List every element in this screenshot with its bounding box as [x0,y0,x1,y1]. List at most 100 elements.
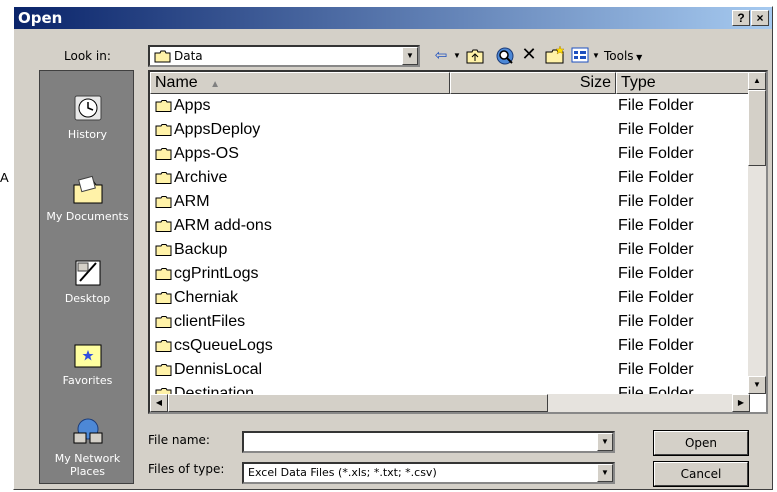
place-label: History [67,128,108,141]
file-row[interactable]: Backup File Folder [150,238,750,262]
file-row[interactable]: Archive File Folder [150,166,750,190]
file-row[interactable]: ARM File Folder [150,190,750,214]
file-list[interactable]: Name ▲ Size Type Apps File Folder AppsDepl… [148,70,768,414]
file-type-value: Excel Data Files (*.xls; *.txt; *.csv) [248,466,437,479]
history-icon [74,95,101,121]
place-label: My Network [54,452,121,465]
help-button[interactable]: ? [732,10,750,26]
dialog-title: Open [18,9,63,27]
file-type-cell: File Folder [618,241,694,258]
look-in-value: Data [174,49,203,63]
column-header-type[interactable]: Type [616,72,752,94]
scroll-right-button[interactable]: ▶ [732,394,750,412]
file-row[interactable]: DennisLocal File Folder [150,358,750,382]
horizontal-scroll-thumb[interactable] [168,394,548,412]
file-name-cell: Apps-OS [174,145,239,162]
stray-character: A [0,170,9,185]
back-icon[interactable]: ⇦ [430,47,452,65]
folder-icon [155,244,172,256]
back-dropdown-icon[interactable]: ▼ [453,47,461,65]
search-web-icon[interactable] [495,46,515,66]
open-button[interactable]: Open [653,430,749,456]
views-icon[interactable] [571,47,589,63]
column-size-label: Size [579,74,611,91]
file-name-cell: csQueueLogs [174,337,273,354]
places-bar: History My Documents Desktop Favorites M… [39,70,134,484]
file-type-cell: File Folder [618,145,694,162]
folder-icon [155,196,172,208]
favorites-icon [74,344,101,368]
file-name-field[interactable]: ▼ [242,431,615,453]
look-in-combo[interactable]: Data ▼ [148,45,420,67]
file-name-cell: Archive [174,169,228,186]
folder-icon [155,364,172,376]
place-label: Favorites [62,374,113,387]
sort-ascending-icon: ▲ [210,79,221,90]
place-my-documents[interactable]: My Documents [40,175,135,223]
scroll-down-button[interactable]: ▼ [748,376,766,394]
file-name-cell: cgPrintLogs [174,265,259,282]
column-header-name[interactable]: Name ▲ [150,72,450,94]
my-documents-icon [73,175,102,204]
file-name-cell: DennisLocal [174,361,263,378]
place-my-network-places[interactable]: My Network Places [40,417,135,478]
new-folder-icon[interactable] [544,45,566,65]
place-label: Desktop [64,292,111,305]
file-name-label: File name: [148,433,210,447]
file-row[interactable]: csQueueLogs File Folder [150,334,750,358]
file-row[interactable]: cgPrintLogs File Folder [150,262,750,286]
scroll-thumb[interactable] [748,90,766,166]
file-name-cell: Apps [174,97,211,114]
column-type-label: Type [621,74,656,91]
file-type-select[interactable]: Excel Data Files (*.xls; *.txt; *.csv) ▼ [242,462,615,484]
cancel-button[interactable]: Cancel [653,461,749,487]
place-label: My Documents [46,210,129,223]
file-type-cell: File Folder [618,289,694,306]
delete-icon[interactable]: ✕ [519,45,539,63]
file-type-cell: File Folder [618,337,694,354]
scroll-left-button[interactable]: ◀ [150,394,168,412]
folder-icon [155,148,172,160]
folder-icon [154,50,171,63]
folder-icon [155,268,172,280]
file-type-cell: File Folder [618,265,694,282]
folder-icon [155,220,172,232]
up-folder-icon[interactable] [466,48,484,64]
folder-icon [155,124,172,136]
title-bar[interactable]: Open ? × [14,7,772,29]
folder-icon [155,100,172,112]
column-header-size[interactable]: Size [450,72,616,94]
file-type-cell: File Folder [618,169,694,186]
file-row[interactable]: ARM add-ons File Folder [150,214,750,238]
place-history[interactable]: History [40,93,135,141]
vertical-scrollbar[interactable]: ▲ ▼ [748,72,766,394]
file-name-cell: AppsDeploy [174,121,261,138]
file-name-cell: ARM add-ons [174,217,272,234]
file-type-cell: File Folder [618,313,694,330]
tools-menu[interactable]: Tools ▼ [604,47,654,67]
place-favorites[interactable]: Favorites [40,339,135,387]
folder-icon [155,172,172,184]
file-name-cell: Backup [174,241,228,258]
file-name-dropdown-arrow[interactable]: ▼ [597,433,613,451]
file-row[interactable]: Cherniak File Folder [150,286,750,310]
file-type-dropdown-arrow[interactable]: ▼ [597,464,613,482]
scroll-up-button[interactable]: ▲ [748,72,766,90]
file-row[interactable]: Apps-OS File Folder [150,142,750,166]
column-name-label: Name [155,74,198,91]
desktop-icon [75,260,100,286]
file-name-cell: clientFiles [174,313,246,330]
file-row[interactable]: Apps File Folder [150,94,750,118]
file-type-label: Files of type: [148,462,225,476]
place-desktop[interactable]: Desktop [40,257,135,305]
folder-icon [155,316,172,328]
file-type-cell: File Folder [618,121,694,138]
file-name-cell: Cherniak [174,289,239,306]
views-dropdown-icon[interactable]: ▼ [592,47,600,65]
close-button[interactable]: × [751,10,769,26]
file-row[interactable]: AppsDeploy File Folder [150,118,750,142]
look-in-dropdown-arrow[interactable]: ▼ [402,47,418,65]
look-in-label: Look in: [64,49,111,63]
file-row[interactable]: clientFiles File Folder [150,310,750,334]
horizontal-scrollbar[interactable]: ◀ ▶ [150,394,750,412]
